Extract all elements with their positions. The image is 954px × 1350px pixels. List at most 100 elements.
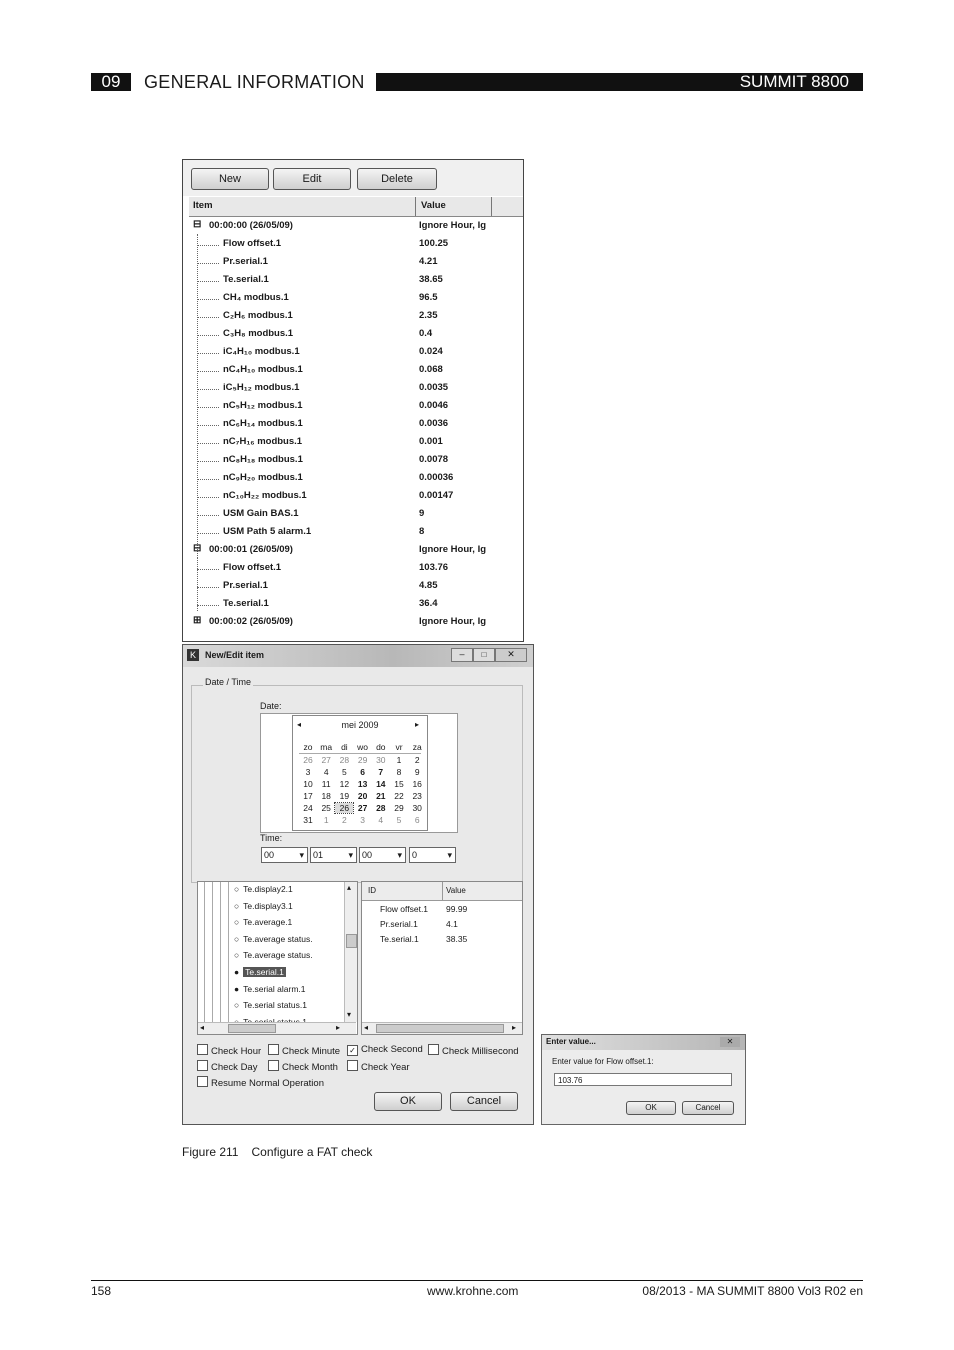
time-select[interactable]: 0 ▾ (409, 847, 456, 863)
calendar-day[interactable]: 27 (317, 755, 335, 765)
scroll-down-icon[interactable]: ▾ (347, 1010, 351, 1019)
tree-item-row[interactable]: nC₉H₂₀ modbus.1 0.00036 (183, 472, 523, 488)
ok-button[interactable]: OK (626, 1101, 676, 1115)
tree-item-row[interactable]: Flow offset.1 100.25 (183, 238, 523, 254)
calendar-day[interactable]: 1 (390, 755, 408, 765)
scroll-right-icon[interactable]: ▸ (512, 1023, 516, 1032)
column-value[interactable]: Value (421, 200, 446, 211)
signal-tree-item[interactable]: ● Te.serial.1 (234, 967, 286, 977)
close-icon[interactable]: ✕ (720, 1037, 740, 1047)
checkbox-icon[interactable] (197, 1044, 208, 1055)
edit-button[interactable]: Edit (273, 168, 351, 190)
scroll-thumb[interactable] (376, 1024, 504, 1033)
check-year[interactable]: Check Year (347, 1060, 410, 1073)
calendar-day[interactable]: 5 (390, 815, 408, 825)
tree-item-row[interactable]: USM Gain BAS.1 9 (183, 508, 523, 524)
tree-group-row[interactable]: ⊟ 00:00:01 (26/05/09) Ignore Hour, Ig (183, 543, 523, 560)
calendar-day[interactable]: 3 (354, 815, 372, 825)
checkbox-icon[interactable] (197, 1076, 208, 1087)
signal-tree-item[interactable]: ○ Te.average.1 (234, 917, 292, 927)
calendar-day[interactable]: 3 (299, 767, 317, 777)
column-id[interactable]: ID (368, 886, 376, 895)
calendar-day[interactable]: 13 (354, 779, 372, 789)
chevron-down-icon[interactable]: ▾ (447, 848, 452, 862)
calendar-day[interactable]: 29 (354, 755, 372, 765)
signal-tree-item[interactable]: ○ Te.average status. (234, 934, 313, 944)
expand-icon[interactable]: ⊞ (193, 615, 201, 626)
calendar-day[interactable]: 12 (335, 779, 353, 789)
calendar-day[interactable]: 4 (317, 767, 335, 777)
calendar-day[interactable]: 30 (408, 803, 426, 813)
calendar-day[interactable]: 8 (390, 767, 408, 777)
calendar-day[interactable]: 18 (317, 791, 335, 801)
signal-tree-item[interactable]: ○ Te.serial status.1 (234, 1000, 307, 1010)
calendar[interactable]: ◂ mei 2009 ▸ zo ma di wo do vr za 26 27 28 29 30 1 2 3… (292, 715, 428, 831)
list-row[interactable]: Flow offset.1 99.99 (362, 904, 522, 917)
vertical-scrollbar[interactable]: ▴ ▾ (344, 882, 357, 1022)
scroll-right-icon[interactable]: ▸ (336, 1023, 340, 1032)
tree-item-row[interactable]: Pr.serial.1 4.21 (183, 256, 523, 272)
chevron-down-icon[interactable]: ▾ (397, 848, 402, 862)
calendar-day[interactable]: 28 (372, 803, 390, 813)
calendar-day[interactable]: 4 (372, 815, 390, 825)
checkmark-icon[interactable]: ✓ (347, 1045, 358, 1056)
calendar-day[interactable]: 28 (335, 755, 353, 765)
tree-item-row[interactable]: Flow offset.1 103.76 (183, 562, 523, 578)
calendar-day[interactable]: 10 (299, 779, 317, 789)
selected-values-list[interactable]: ID Value Flow offset.1 99.99 Pr.serial.1 4.… (361, 881, 523, 1035)
tree-item-row[interactable]: nC₇H₁₆ modbus.1 0.001 (183, 436, 523, 452)
calendar-day[interactable]: 29 (390, 803, 408, 813)
website-link[interactable]: www.krohne.com (427, 1284, 518, 1298)
calendar-day[interactable]: 25 (317, 803, 335, 813)
calendar-day[interactable]: 20 (354, 791, 372, 801)
calendar-day[interactable]: 22 (390, 791, 408, 801)
horizontal-scrollbar[interactable]: ◂ ▸ (198, 1022, 356, 1034)
calendar-day[interactable]: 21 (372, 791, 390, 801)
calendar-day[interactable]: 16 (408, 779, 426, 789)
calendar-day[interactable]: 30 (372, 755, 390, 765)
calendar-day[interactable]: 5 (335, 767, 353, 777)
column-divider[interactable] (491, 197, 492, 216)
signal-tree-item[interactable]: ○ Te.average status. (234, 950, 313, 960)
list-row[interactable]: Te.serial.1 38.35 (362, 934, 522, 947)
signal-tree-item[interactable]: ○ Te.display2.1 (234, 884, 293, 894)
tree-item-row[interactable]: C₂H₆ modbus.1 2.35 (183, 310, 523, 326)
tree-item-row[interactable]: nC₈H₁₈ modbus.1 0.0078 (183, 454, 523, 470)
calendar-day[interactable]: 7 (372, 767, 390, 777)
calendar-day[interactable]: 9 (408, 767, 426, 777)
column-divider[interactable] (415, 197, 416, 216)
calendar-day[interactable]: 6 (408, 815, 426, 825)
tree-item-row[interactable]: nC₁₀H₂₂ modbus.1 0.00147 (183, 490, 523, 506)
calendar-day[interactable]: 19 (335, 791, 353, 801)
time-select[interactable]: 00 ▾ (359, 847, 406, 863)
chevron-down-icon[interactable]: ▾ (299, 848, 304, 862)
check-second[interactable]: ✓ Check Second (347, 1044, 423, 1056)
check-millisecond[interactable]: Check Millisecond (428, 1044, 519, 1057)
scroll-thumb[interactable] (228, 1024, 276, 1033)
calendar-day[interactable]: 6 (354, 767, 372, 777)
scroll-thumb[interactable] (346, 934, 357, 948)
tree-item-row[interactable]: iC₅H₁₂ modbus.1 0.0035 (183, 382, 523, 398)
collapse-icon[interactable]: ⊟ (193, 219, 201, 230)
calendar-day[interactable]: 23 (408, 791, 426, 801)
calendar-day[interactable]: 15 (390, 779, 408, 789)
tree-item-row[interactable]: Te.serial.1 36.4 (183, 598, 523, 614)
tree-item-row[interactable]: CH₄ modbus.1 96.5 (183, 292, 523, 308)
checkbox-icon[interactable] (428, 1044, 439, 1055)
check-hour[interactable]: Check Hour (197, 1044, 261, 1057)
signal-tree-item[interactable]: ○ Te.display3.1 (234, 901, 293, 911)
calendar-day[interactable]: 2 (335, 815, 353, 825)
scroll-left-icon[interactable]: ◂ (200, 1023, 204, 1032)
close-icon[interactable]: ✕ (495, 648, 527, 662)
resume-normal-operation[interactable]: Resume Normal Operation (197, 1076, 324, 1089)
calendar-day[interactable]: 17 (299, 791, 317, 801)
check-minute[interactable]: Check Minute (268, 1044, 340, 1057)
ok-button[interactable]: OK (374, 1092, 442, 1111)
signal-tree-item[interactable]: ● Te.serial alarm.1 (234, 984, 306, 994)
minimize-icon[interactable]: – (451, 648, 473, 662)
tree-item-row[interactable]: nC₆H₁₄ modbus.1 0.0036 (183, 418, 523, 434)
maximize-icon[interactable]: □ (473, 648, 495, 662)
tree-item-row[interactable]: C₃H₈ modbus.1 0.4 (183, 328, 523, 344)
horizontal-scrollbar[interactable]: ◂ ▸ (362, 1022, 522, 1034)
tree-item-row[interactable]: nC₅H₁₂ modbus.1 0.0046 (183, 400, 523, 416)
